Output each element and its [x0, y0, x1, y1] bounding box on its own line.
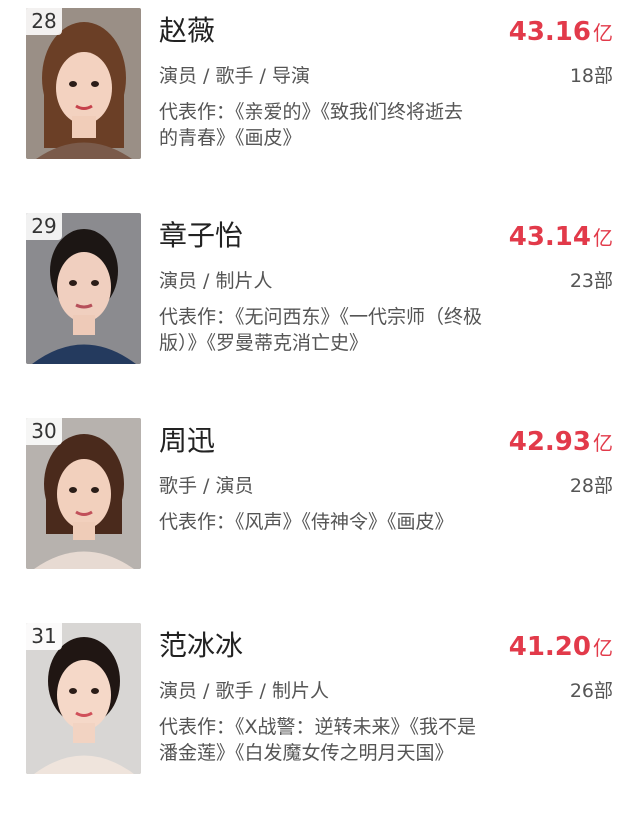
works-line: 代表作：《无问西东》《一代宗师（终极 [159, 306, 483, 328]
roles-text: 演员 / 歌手 / 导演 [159, 65, 310, 87]
portrait-photo[interactable]: 31 [26, 623, 141, 774]
celebrity-name[interactable]: 范冰冰 [159, 627, 243, 665]
works-line: 版）》《罗曼蒂克消亡史》 [159, 332, 369, 354]
rank-badge: 30 [26, 418, 62, 445]
works-line: 代表作：《X战警：逆转未来》《我不是 [159, 716, 477, 738]
film-count: 18部 [569, 65, 613, 87]
rank-badge: 31 [26, 623, 62, 650]
box-office-value: 43.14 [508, 222, 591, 252]
rank-badge: 28 [26, 8, 62, 35]
box-office-total: 42.93 亿 [509, 424, 613, 460]
film-count: 28部 [569, 475, 613, 497]
list-item[interactable]: 31 范冰冰 41.20 亿 演员 / 歌手 / 制片人 26部 代表作：《X战警… [0, 615, 640, 820]
film-count: 26部 [569, 680, 613, 702]
list-item[interactable]: 28 赵薇 43.16 亿 演员 / 歌手 / 导演 18部 代表作：《亲爱的》《… [0, 0, 640, 205]
works-line: 的青春》《画皮》 [159, 127, 302, 149]
representative-works: 代表作：《无问西东》《一代宗师（终极 版）》《罗曼蒂克消亡史》 [159, 304, 559, 356]
box-office-total: 43.16 亿 [509, 14, 613, 50]
representative-works: 代表作：《亲爱的》《致我们终将逝去 的青春》《画皮》 [159, 99, 559, 151]
portrait-photo[interactable]: 29 [26, 213, 141, 364]
works-line: 代表作：《亲爱的》《致我们终将逝去 [159, 101, 464, 123]
portrait-photo[interactable]: 30 [26, 418, 141, 569]
film-count: 23部 [569, 270, 613, 292]
list-item[interactable]: 29 章子怡 43.14 亿 演员 / 制片人 23部 代表作：《无问西东》《一代… [0, 205, 640, 410]
representative-works: 代表作：《X战警：逆转未来》《我不是 潘金莲》《白发魔女传之明月天国》 [159, 714, 559, 766]
box-office-unit: 亿 [593, 431, 613, 455]
representative-works: 代表作：《风声》《侍神令》《画皮》 [159, 509, 559, 535]
box-office-unit: 亿 [593, 636, 613, 660]
roles-text: 演员 / 歌手 / 制片人 [159, 680, 329, 702]
list-item[interactable]: 30 周迅 42.93 亿 歌手 / 演员 28部 代表作：《风声》《侍神令》《画… [0, 410, 640, 615]
box-office-value: 41.20 [508, 632, 591, 662]
box-office-total: 41.20 亿 [509, 629, 613, 665]
celebrity-name[interactable]: 赵薇 [159, 12, 215, 50]
works-line: 潘金莲》《白发魔女传之明月天国》 [159, 742, 454, 764]
box-office-value: 43.16 [508, 17, 591, 47]
works-line: 代表作：《风声》《侍神令》《画皮》 [159, 511, 454, 533]
roles-text: 歌手 / 演员 [159, 475, 254, 497]
box-office-unit: 亿 [593, 21, 613, 45]
portrait-photo[interactable]: 28 [26, 8, 141, 159]
rank-badge: 29 [26, 213, 62, 240]
roles-text: 演员 / 制片人 [159, 270, 273, 292]
box-office-total: 43.14 亿 [509, 219, 613, 255]
celebrity-name[interactable]: 章子怡 [159, 217, 243, 255]
box-office-value: 42.93 [508, 427, 591, 457]
celebrity-name[interactable]: 周迅 [159, 422, 215, 460]
box-office-unit: 亿 [593, 226, 613, 250]
